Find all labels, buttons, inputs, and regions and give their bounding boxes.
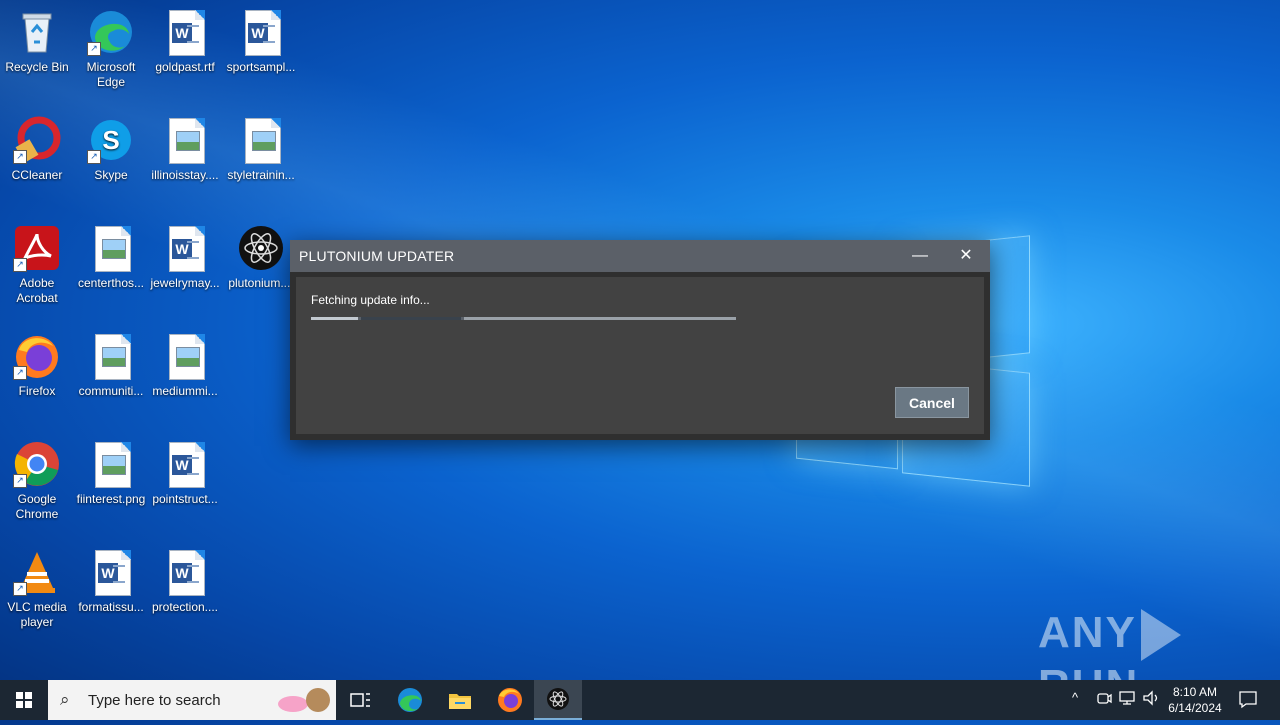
dialog-body: Fetching update info... Cancel — [296, 277, 984, 434]
desktop-icon-pointstruct[interactable]: W pointstruct... — [148, 440, 222, 507]
cancel-button[interactable]: Cancel — [895, 387, 969, 418]
image-file-icon — [87, 440, 135, 488]
search-highlight-bunny-icon — [306, 688, 330, 712]
plutonium-taskbar-button[interactable] — [534, 680, 582, 720]
acrobat-icon: ↗ — [13, 224, 61, 272]
icon-label: mediummi... — [152, 384, 218, 398]
icon-label: plutonium.... — [228, 276, 294, 290]
desktop-icon-communiti[interactable]: communiti... — [74, 332, 148, 399]
desktop-icon-protection[interactable]: W protection.... — [148, 548, 222, 615]
vlc-icon: ↗ — [13, 548, 61, 596]
desktop-icon-plutonium[interactable]: plutonium.... — [224, 224, 298, 291]
progress-bar — [311, 317, 736, 320]
icon-label: Adobe Acrobat — [16, 276, 58, 305]
icon-label: Google Chrome — [15, 492, 59, 521]
task-view-icon[interactable] — [346, 686, 374, 714]
word-document-icon: W — [87, 548, 135, 596]
notifications-icon[interactable] — [1238, 689, 1258, 712]
icon-label: CCleaner — [11, 168, 63, 182]
icon-label: protection.... — [151, 600, 219, 614]
plutonium-taskbar-icon — [547, 688, 569, 710]
icon-label: pointstruct... — [152, 492, 218, 506]
desktop-icon-google-chrome[interactable]: ↗ Google Chrome — [0, 440, 74, 522]
close-button[interactable]: ✕ — [943, 240, 989, 272]
search-icon: ⌕ — [60, 690, 70, 709]
network-icon[interactable] — [1118, 690, 1136, 709]
desktop-icon-ccleaner[interactable]: ↗ CCleaner — [0, 116, 74, 183]
image-file-icon — [237, 116, 285, 164]
desktop-icon-centerthos[interactable]: centerthos... — [74, 224, 148, 291]
search-highlight-decoration — [278, 696, 308, 712]
image-file-icon — [161, 116, 209, 164]
word-document-icon: W — [161, 440, 209, 488]
clock-date: 6/14/2024 — [1168, 701, 1222, 715]
firefox-taskbar-icon[interactable] — [496, 686, 524, 714]
desktop-icon-vlc[interactable]: ↗ VLC media player — [0, 548, 74, 630]
desktop-icon-microsoft-edge[interactable]: ↗ Microsoft Edge — [74, 8, 148, 90]
chrome-icon: ↗ — [13, 440, 61, 488]
desktop-icon-styletrainin[interactable]: styletrainin... — [224, 116, 298, 183]
desktop-icon-jewelrymay[interactable]: W jewelrymay... — [148, 224, 222, 291]
minimize-button[interactable]: — — [897, 240, 943, 272]
status-text: Fetching update info... — [311, 293, 430, 307]
word-document-icon: W — [161, 8, 209, 56]
desktop-icon-firefox[interactable]: ↗ Firefox — [0, 332, 74, 399]
skype-icon: S ↗ — [87, 116, 135, 164]
desktop-icon-illinoisstay[interactable]: illinoisstay.... — [148, 116, 222, 183]
edge-taskbar-icon[interactable] — [396, 686, 424, 714]
meet-now-icon[interactable] — [1096, 690, 1112, 709]
desktop-icon-goldpast[interactable]: W goldpast.rtf — [148, 8, 222, 75]
icon-label: Firefox — [18, 384, 56, 398]
icon-label: communiti... — [78, 384, 144, 398]
volume-icon[interactable] — [1142, 690, 1160, 709]
icon-label: Recycle Bin — [5, 60, 69, 74]
icon-label: goldpast.rtf — [155, 60, 215, 74]
icon-label: styletrainin... — [227, 168, 295, 182]
desktop-icon-recycle-bin[interactable]: Recycle Bin — [0, 8, 74, 75]
icon-label: illinoisstay.... — [151, 168, 219, 182]
icon-label: VLC media player — [7, 600, 67, 629]
icon-label: fiinterest.png — [76, 492, 146, 506]
icon-label: formatissu... — [78, 600, 144, 614]
taskbar: ⌕ Type here to search ^ 8:10 AM 6/14/202… — [0, 680, 1280, 720]
play-logo-icon — [1140, 609, 1181, 662]
desktop-icon-fiinterest[interactable]: fiinterest.png — [74, 440, 148, 507]
start-button[interactable] — [0, 680, 48, 720]
taskbar-search-box[interactable]: ⌕ Type here to search — [48, 680, 336, 720]
recycle-bin-icon — [13, 8, 61, 56]
firefox-icon: ↗ — [13, 332, 61, 380]
desktop-icon-formatissu[interactable]: W formatissu... — [74, 548, 148, 615]
image-file-icon — [87, 224, 135, 272]
icon-label: centerthos... — [77, 276, 145, 290]
icon-label: sportsampl... — [226, 60, 296, 74]
icon-label: jewelrymay... — [150, 276, 220, 290]
desktop-icon-sportsampl[interactable]: W sportsampl... — [224, 8, 298, 75]
image-file-icon — [87, 332, 135, 380]
svg-text:S: S — [102, 125, 119, 155]
edge-icon: ↗ — [87, 8, 135, 56]
windows-start-icon — [16, 692, 32, 708]
plutonium-updater-dialog: PLUTONIUM UPDATER — ✕ Fetching update in… — [290, 240, 990, 440]
dialog-titlebar[interactable]: PLUTONIUM UPDATER — ✕ — [290, 240, 990, 272]
image-file-icon — [161, 332, 209, 380]
word-document-icon: W — [237, 8, 285, 56]
desktop-icon-skype[interactable]: S ↗ Skype — [74, 116, 148, 183]
dialog-title: PLUTONIUM UPDATER — [299, 248, 455, 264]
file-explorer-icon[interactable] — [446, 686, 474, 714]
word-document-icon: W — [161, 224, 209, 272]
taskbar-clock[interactable]: 8:10 AM 6/14/2024 — [1160, 684, 1230, 716]
clock-time: 8:10 AM — [1172, 685, 1218, 699]
desktop-icon-adobe-acrobat[interactable]: ↗ Adobe Acrobat — [0, 224, 74, 306]
icon-label: Skype — [94, 168, 128, 182]
word-document-icon: W — [161, 548, 209, 596]
ccleaner-icon: ↗ — [13, 116, 61, 164]
plutonium-icon — [237, 224, 285, 272]
icon-label: Microsoft Edge — [86, 60, 136, 89]
chevron-up-icon[interactable]: ^ — [1072, 690, 1078, 705]
desktop-icon-mediummi[interactable]: mediummi... — [148, 332, 222, 399]
search-placeholder: Type here to search — [88, 692, 221, 709]
